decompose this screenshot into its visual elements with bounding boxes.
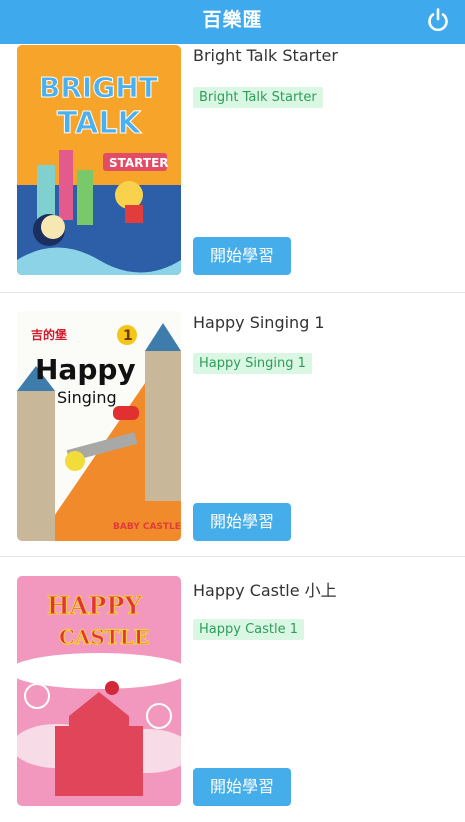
cover-title-2: Singing [57,388,117,407]
cover-text-3: STARTER [109,156,169,170]
course-tag: Bright Talk Starter [193,87,323,108]
start-learning-button[interactable]: 開始學習 [193,768,291,806]
course-list: BRIGHT TALK STARTER Bright Talk Starter … [0,0,465,806]
course-cover-image[interactable]: HAPPY CASTLE [17,576,181,806]
cover-text-2: TALK [57,106,142,141]
course-title: Happy Castle 小上 [193,581,337,600]
cover-number: 1 [123,328,133,344]
cover-title-1: Happy [35,353,136,386]
app-header: 百樂匯 [0,0,465,44]
course-title: Happy Singing 1 [193,313,325,332]
course-cover-image[interactable]: 吉的堡 1 Happy Singing BABY CASTLE [17,311,181,541]
course-tag: Happy Castle 1 [193,619,304,640]
page-title: 百樂匯 [202,9,263,31]
cover-title-1: HAPPY [47,591,142,620]
cover-brand-text: BABY CASTLE [113,522,181,532]
power-icon[interactable] [425,7,451,33]
course-card[interactable]: HAPPY CASTLE Happy Castle 小上 Happy Castl… [0,558,465,822]
cover-logo-text: 吉的堡 [31,327,67,342]
cover-text-1: BRIGHT [39,71,158,104]
course-cover-image[interactable]: BRIGHT TALK STARTER [17,45,181,275]
course-card[interactable]: 吉的堡 1 Happy Singing BABY CASTLE Happy Si… [0,293,465,557]
start-learning-button[interactable]: 開始學習 [193,237,291,275]
course-tag: Happy Singing 1 [193,353,312,374]
course-card[interactable]: BRIGHT TALK STARTER Bright Talk Starter … [0,29,465,293]
course-title: Bright Talk Starter [193,46,338,65]
start-learning-button[interactable]: 開始學習 [193,503,291,541]
cover-title-2: CASTLE [59,625,149,649]
